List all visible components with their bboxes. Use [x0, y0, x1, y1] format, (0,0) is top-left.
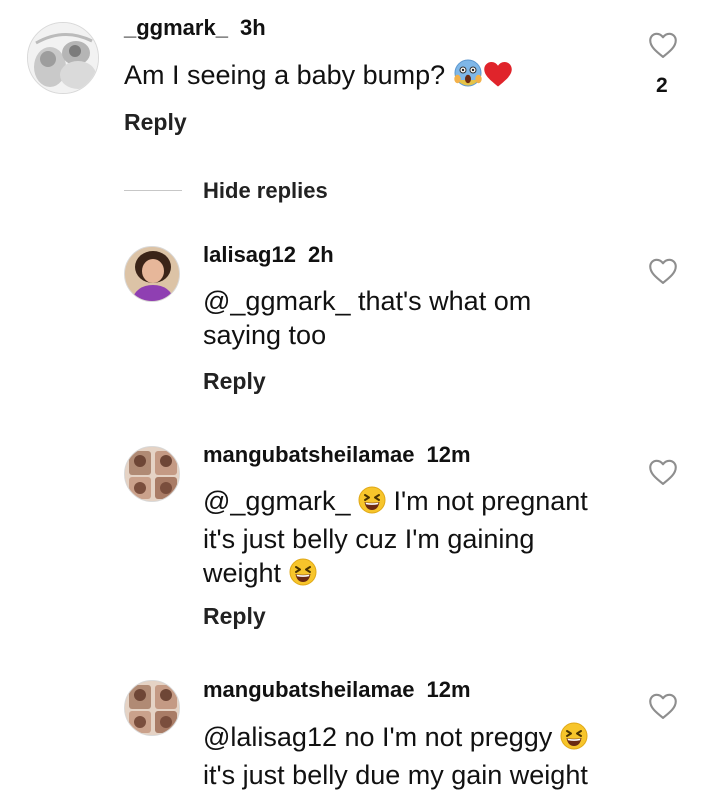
comment-text-line: @lalisag12 no I'm not preggy [203, 720, 643, 758]
heart-icon[interactable] [648, 257, 678, 285]
timestamp: 12m [426, 677, 471, 702]
username-text[interactable]: mangubatsheilamae [203, 677, 415, 702]
heart-icon[interactable] [648, 458, 678, 486]
like-count: 2 [656, 74, 668, 97]
grinning-squinting-emoji [358, 486, 386, 522]
grinning-squinting-emoji [560, 722, 588, 758]
comment-ggmark: _ggmark_ 3h Am I seeing a baby bump? Repl… [0, 0, 720, 150]
comment-text-body: weight [203, 558, 282, 588]
comment-text-line: @_ggmark_ that's what om [203, 286, 532, 316]
comment-text: Am I seeing a baby bump? [124, 58, 624, 96]
comment-mangubatsheilamae-2: mangubatsheilamae 12m @lalisag12 no I'm n… [0, 0, 720, 790]
grinning-squinting-emoji [289, 558, 317, 594]
username-text[interactable]: mangubatsheilamae [203, 442, 415, 467]
username[interactable]: _ggmark_ 3h [124, 15, 266, 41]
comment-text-line: weight [203, 556, 643, 594]
timestamp: 2h [307, 242, 334, 267]
timestamp: 12m [426, 442, 471, 467]
username-text[interactable]: lalisag12 [203, 242, 296, 267]
mention[interactable]: @_ggmark_ [203, 486, 350, 516]
face-screaming-emoji [453, 58, 483, 96]
avatar[interactable] [27, 22, 99, 94]
reply-button[interactable]: Reply [203, 603, 266, 630]
timestamp: 3h [239, 15, 266, 40]
reply-button[interactable]: Reply [124, 109, 187, 136]
heart-icon[interactable] [648, 692, 678, 720]
comment-text-body: I'm not pregnant [393, 486, 588, 516]
username[interactable]: mangubatsheilamae 12m [203, 677, 471, 703]
comment-text-body: Am I seeing a baby bump? [124, 60, 446, 90]
avatar[interactable] [124, 680, 180, 736]
comment-text: @_ggmark_ I'm not pregnant it's just bel… [203, 484, 643, 594]
avatar[interactable] [124, 246, 180, 302]
red-heart-emoji [483, 60, 513, 96]
comment-text-line: it's just belly cuz I'm gaining [203, 524, 535, 554]
heart-icon[interactable] [648, 31, 678, 59]
comment-text-line: it's just belly due my gain weight [203, 760, 588, 790]
avatar[interactable] [124, 446, 180, 502]
hide-replies-button[interactable]: Hide replies [203, 178, 328, 204]
comment-text: @_ggmark_ that's what om saying too [203, 284, 633, 352]
comment-text: @lalisag12 no I'm not preggy it's just b… [203, 720, 643, 792]
username-text[interactable]: _ggmark_ [124, 15, 228, 40]
comment-text-line: @_ggmark_ I'm not pregnant [203, 484, 643, 522]
comment-text-line: saying too [203, 320, 327, 350]
comment-text-body: @lalisag12 no I'm not preggy [203, 722, 553, 752]
username[interactable]: lalisag12 2h [203, 242, 334, 268]
divider-line [124, 190, 182, 191]
username[interactable]: mangubatsheilamae 12m [203, 442, 471, 468]
reply-button[interactable]: Reply [203, 368, 266, 395]
